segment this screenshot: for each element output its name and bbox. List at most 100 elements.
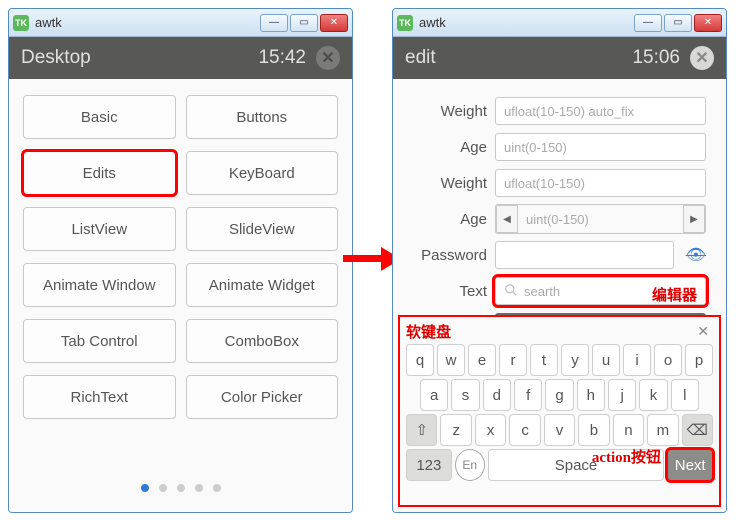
key-i[interactable]: i bbox=[623, 344, 651, 376]
tile-buttons[interactable]: Buttons bbox=[186, 95, 339, 139]
form-row: Weight ufloat(10-150) bbox=[407, 165, 706, 201]
action-button-annotation: action按钮 bbox=[592, 446, 661, 467]
form-row: Text searth 编辑器 bbox=[407, 273, 706, 309]
close-button[interactable]: ✕ bbox=[694, 14, 722, 32]
header-close-icon[interactable]: ✕ bbox=[690, 46, 714, 70]
key-a[interactable]: a bbox=[420, 379, 448, 411]
titlebar: TK awtk — ▭ ✕ bbox=[9, 9, 352, 37]
keyboard-row: qwertyuiop bbox=[406, 344, 713, 376]
key-o[interactable]: o bbox=[654, 344, 682, 376]
tile-basic[interactable]: Basic bbox=[23, 95, 176, 139]
text-input[interactable]: uint(0-150) bbox=[495, 133, 706, 161]
page-dot[interactable] bbox=[141, 484, 149, 492]
tile-color-picker[interactable]: Color Picker bbox=[186, 375, 339, 419]
key-l[interactable]: l bbox=[671, 379, 699, 411]
tile-listview[interactable]: ListView bbox=[23, 207, 176, 251]
key-h[interactable]: h bbox=[577, 379, 605, 411]
soft-keyboard: 软键盘 ✕ qwertyuiop asdfghjkl ⇧zxcvbnm⌫ 123… bbox=[398, 315, 721, 507]
key-z[interactable]: z bbox=[440, 414, 471, 446]
page-dot[interactable] bbox=[177, 484, 185, 492]
content-area: BasicButtonsEditsKeyBoardListViewSlideVi… bbox=[9, 79, 352, 512]
page-dot[interactable] bbox=[195, 484, 203, 492]
tile-animate-window[interactable]: Animate Window bbox=[23, 263, 176, 307]
placeholder-text: searth bbox=[524, 284, 560, 299]
form-row: Password 👁 bbox=[407, 237, 706, 273]
header-close-icon[interactable]: ✕ bbox=[316, 46, 340, 70]
key-n[interactable]: n bbox=[613, 414, 644, 446]
maximize-button[interactable]: ▭ bbox=[290, 14, 318, 32]
text-input[interactable]: searth 编辑器 bbox=[495, 277, 706, 305]
minimize-button[interactable]: — bbox=[634, 14, 662, 32]
number-input[interactable]: uint(0-150) bbox=[518, 212, 683, 227]
key-numeric[interactable]: 123 bbox=[406, 449, 452, 481]
key-g[interactable]: g bbox=[545, 379, 573, 411]
keyboard-close-icon[interactable]: ✕ bbox=[693, 323, 713, 340]
key-t[interactable]: t bbox=[530, 344, 558, 376]
page-dot[interactable] bbox=[159, 484, 167, 492]
key-f[interactable]: f bbox=[514, 379, 542, 411]
key-d[interactable]: d bbox=[483, 379, 511, 411]
key-backspace[interactable]: ⌫ bbox=[682, 414, 713, 446]
app-icon: TK bbox=[13, 15, 29, 31]
tile-animate-widget[interactable]: Animate Widget bbox=[186, 263, 339, 307]
key-u[interactable]: u bbox=[592, 344, 620, 376]
form: Weight ufloat(10-150) auto_fix Age uint(0-1… bbox=[403, 89, 710, 345]
edit-window: TK awtk — ▭ ✕ edit 15:06 ✕ ▲ ▼ Weightufl… bbox=[392, 8, 727, 513]
form-row: Age uint(0-150) bbox=[407, 129, 706, 165]
maximize-button[interactable]: ▭ bbox=[664, 14, 692, 32]
header-title: edit bbox=[405, 47, 632, 69]
header-time: 15:06 bbox=[632, 47, 680, 69]
text-input[interactable]: ufloat(10-150) auto_fix bbox=[495, 97, 706, 125]
tile-tab-control[interactable]: Tab Control bbox=[23, 319, 176, 363]
field-label: Weight bbox=[407, 175, 487, 192]
placeholder-text: ufloat(10-150) auto_fix bbox=[504, 104, 634, 119]
key-action-next[interactable]: Next bbox=[667, 449, 713, 481]
tile-slideview[interactable]: SlideView bbox=[186, 207, 339, 251]
tile-edits[interactable]: Edits bbox=[23, 151, 176, 195]
key-p[interactable]: p bbox=[685, 344, 713, 376]
form-row: Age ◀uint(0-150)▶ bbox=[407, 201, 706, 237]
screen-header: Desktop 15:42 ✕ bbox=[9, 37, 352, 79]
key-r[interactable]: r bbox=[499, 344, 527, 376]
key-k[interactable]: k bbox=[639, 379, 667, 411]
spin-down-icon[interactable]: ◀ bbox=[496, 205, 518, 233]
editor-annotation: 编辑器 bbox=[652, 284, 697, 305]
field-label: Password bbox=[407, 247, 487, 264]
key-m[interactable]: m bbox=[647, 414, 678, 446]
desktop-window: TK awtk — ▭ ✕ Desktop 15:42 ✕ BasicButto… bbox=[8, 8, 353, 513]
page-indicator bbox=[9, 484, 352, 492]
key-v[interactable]: v bbox=[544, 414, 575, 446]
key-y[interactable]: y bbox=[561, 344, 589, 376]
field-label: Text bbox=[407, 283, 487, 300]
tile-keyboard[interactable]: KeyBoard bbox=[186, 151, 339, 195]
key-e[interactable]: e bbox=[468, 344, 496, 376]
key-j[interactable]: j bbox=[608, 379, 636, 411]
placeholder-text: ufloat(10-150) bbox=[504, 176, 585, 191]
search-icon bbox=[504, 283, 518, 300]
key-language[interactable]: En bbox=[455, 449, 485, 481]
key-c[interactable]: c bbox=[509, 414, 540, 446]
field-label: Age bbox=[407, 139, 487, 156]
tile-combobox[interactable]: ComboBox bbox=[186, 319, 339, 363]
field-label: Age bbox=[407, 211, 487, 228]
header-title: Desktop bbox=[21, 47, 258, 69]
keyboard-annotation: 软键盘 bbox=[406, 321, 693, 342]
app-icon: TK bbox=[397, 15, 413, 31]
key-s[interactable]: s bbox=[451, 379, 479, 411]
close-button[interactable]: ✕ bbox=[320, 14, 348, 32]
text-input[interactable]: ufloat(10-150) bbox=[495, 169, 706, 197]
key-b[interactable]: b bbox=[578, 414, 609, 446]
visibility-toggle-icon[interactable]: 👁 bbox=[686, 245, 706, 265]
key-w[interactable]: w bbox=[437, 344, 465, 376]
key-shift[interactable]: ⇧ bbox=[406, 414, 437, 446]
page-dot[interactable] bbox=[213, 484, 221, 492]
tile-richtext[interactable]: RichText bbox=[23, 375, 176, 419]
key-x[interactable]: x bbox=[475, 414, 506, 446]
titlebar: TK awtk — ▭ ✕ bbox=[393, 9, 726, 37]
header-time: 15:42 bbox=[258, 47, 306, 69]
minimize-button[interactable]: — bbox=[260, 14, 288, 32]
password-input[interactable] bbox=[495, 241, 674, 269]
keyboard-row: asdfghjkl bbox=[406, 379, 713, 411]
key-q[interactable]: q bbox=[406, 344, 434, 376]
spin-up-icon[interactable]: ▶ bbox=[683, 205, 705, 233]
